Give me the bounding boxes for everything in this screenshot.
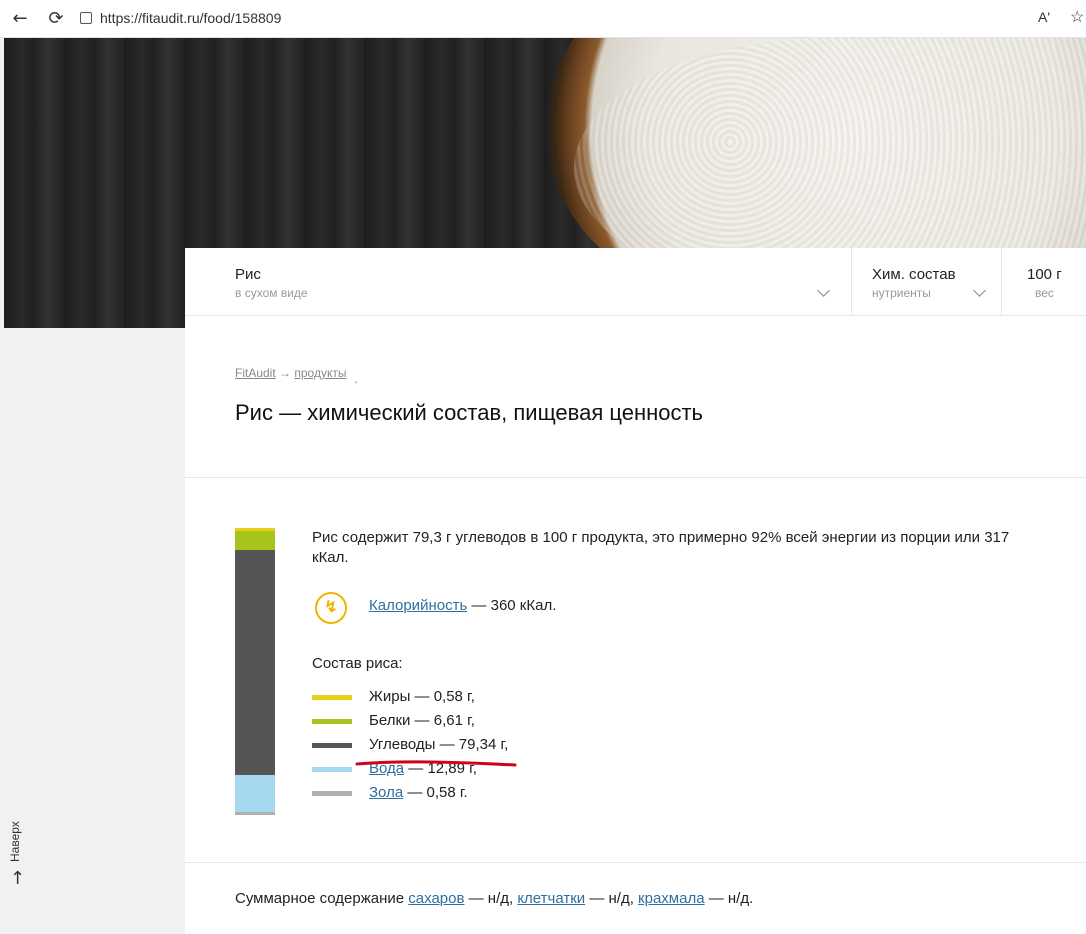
section-divider: [185, 862, 1086, 863]
breadcrumb: FitAudit → продукты ˼: [235, 366, 357, 384]
mode-title: Хим. состав: [872, 266, 956, 283]
legend-swatch: [312, 695, 352, 700]
back-to-top[interactable]: Наверх ↑: [8, 812, 30, 892]
intro-text: Рис содержит 79,3 г углеводов в 100 г пр…: [312, 529, 1010, 566]
content-card: Рис в сухом виде Хим. состав нутриенты 1…: [185, 248, 1086, 934]
summary-text: Суммарное содержание сахаров — н/д, клет…: [235, 890, 753, 907]
bar-segment: [235, 811, 275, 815]
breadcrumb-arrow: →: [279, 366, 292, 380]
weight-selector[interactable]: 100 г вес: [1002, 248, 1086, 315]
browser-toolbar: ← ⟳ https://fitaudit.ru/food/158809 Aʹ ☆: [0, 0, 1086, 38]
legend-label: Жиры: [369, 688, 411, 705]
bar-segment: [235, 531, 275, 550]
fiber-value: — н/д,: [585, 890, 639, 907]
page-title: Рис — химический состав, пищевая ценност…: [235, 400, 704, 425]
legend-value: — 79,34 г,: [435, 736, 509, 753]
legend-value: — 6,61 г,: [410, 712, 475, 729]
weight-label: вес: [1035, 286, 1054, 300]
reload-icon[interactable]: ⟳: [44, 7, 68, 31]
sugar-link[interactable]: сахаров: [408, 890, 464, 907]
legend-swatch: [312, 719, 352, 724]
fiber-link[interactable]: клетчатки: [517, 890, 585, 907]
legend-label: Белки: [369, 712, 411, 729]
breadcrumb-home-link[interactable]: FitAudit: [235, 366, 276, 380]
breadcrumb-return-icon[interactable]: ˼: [354, 373, 357, 384]
lightning-icon: ↯: [315, 592, 347, 624]
section-divider: [185, 477, 1086, 478]
mode-sub: нутриенты: [872, 286, 931, 300]
summary-prefix: Суммарное содержание: [235, 890, 409, 907]
calories-value: — 360 кКал.: [467, 597, 557, 614]
address-bar[interactable]: https://fitaudit.ru/food/158809: [80, 6, 1070, 30]
legend-label: Углеводы: [369, 736, 436, 753]
arrow-up-icon: ↑: [10, 868, 26, 889]
starch-link[interactable]: крахмала: [638, 890, 705, 907]
starch-value: — н/д.: [704, 890, 754, 907]
legend-swatch: [312, 791, 352, 796]
legend-label[interactable]: Зола: [369, 784, 403, 801]
weight-value: 100 г: [1027, 266, 1062, 283]
product-state: в сухом виде: [235, 286, 308, 300]
mode-dropdown[interactable]: Хим. состав нутриенты: [852, 248, 1001, 315]
lock-icon: [80, 12, 92, 24]
bar-segment: [235, 775, 275, 812]
calories-row: Калорийность — 360 кКал.: [369, 597, 556, 614]
legend-swatch: [312, 743, 352, 748]
bar-segment: [235, 549, 275, 776]
composition-stacked-bar: [235, 528, 275, 815]
red-underline-annotation: [355, 760, 517, 767]
sugar-value: — н/д,: [464, 890, 518, 907]
legend-swatch: [312, 767, 352, 772]
back-arrow-icon[interactable]: ←: [8, 7, 32, 31]
product-dropdown[interactable]: Рис в сухом виде: [185, 248, 851, 315]
chevron-down-icon: [817, 284, 830, 297]
breadcrumb-products-link[interactable]: продукты: [294, 366, 346, 380]
chevron-down-icon: [973, 284, 986, 297]
legend-value: — 0,58 г.: [403, 784, 468, 801]
product-name: Рис: [235, 266, 261, 283]
calories-link[interactable]: Калорийность: [369, 597, 467, 614]
favorite-star-icon[interactable]: ☆: [1070, 7, 1084, 27]
back-to-top-label: Наверх: [8, 821, 22, 862]
product-selector-bar: Рис в сухом виде Хим. состав нутриенты 1…: [185, 248, 1086, 316]
legend-value: — 0,58 г,: [410, 688, 475, 705]
read-aloud-icon[interactable]: Aʹ: [1038, 9, 1050, 25]
composition-title: Состав риса:: [312, 655, 403, 672]
url-text: https://fitaudit.ru/food/158809: [100, 10, 282, 26]
